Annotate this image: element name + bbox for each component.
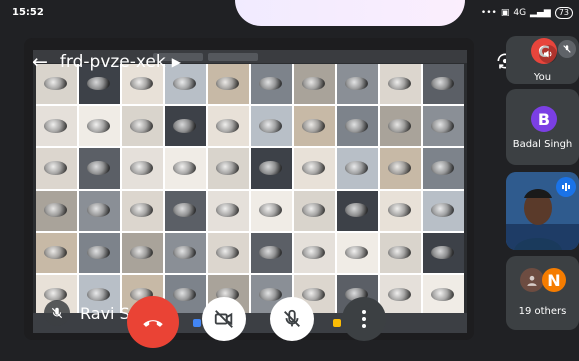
image-thumbnail <box>380 274 421 315</box>
camera-off-icon <box>214 310 233 328</box>
cast-icon: ▣ <box>500 8 510 18</box>
participant-tile-badal[interactable]: B Badal Singh <box>506 89 579 165</box>
image-thumbnail <box>380 148 421 189</box>
image-thumbnail <box>208 106 249 147</box>
image-thumbnail <box>423 232 464 273</box>
image-thumbnail <box>208 190 249 231</box>
camera-toggle-button[interactable] <box>202 297 246 341</box>
shared-screen <box>33 50 467 333</box>
image-thumbnail <box>36 190 77 231</box>
image-thumbnail <box>423 148 464 189</box>
signal-icon: ▂▄▆ <box>530 8 551 18</box>
image-thumbnail <box>122 190 163 231</box>
meeting-code[interactable]: frd-pvze-xek <box>60 52 166 72</box>
image-thumbnail <box>251 148 292 189</box>
battery-level: 73 <box>554 7 573 19</box>
more-dots-icon: ••• <box>480 8 497 18</box>
image-thumbnail <box>165 106 206 147</box>
image-thumbnail <box>423 190 464 231</box>
image-thumbnail <box>122 232 163 273</box>
avatar-initial: B <box>537 109 551 129</box>
image-thumbnail <box>122 106 163 147</box>
image-thumbnail <box>79 190 120 231</box>
image-thumbnail <box>380 232 421 273</box>
participant-label: You <box>533 72 552 83</box>
back-arrow-icon[interactable]: ← <box>32 51 48 73</box>
image-thumbnail <box>337 148 378 189</box>
presenter-label: Ravi Sv <box>44 300 139 326</box>
mic-off-icon <box>284 309 300 327</box>
more-options-button[interactable] <box>342 297 386 341</box>
status-time: 15:52 <box>12 7 44 18</box>
image-thumbnail <box>208 232 249 273</box>
image-thumbnail <box>423 106 464 147</box>
network-type: 4G <box>513 8 527 18</box>
image-thumbnail <box>165 148 206 189</box>
more-vert-icon <box>362 310 366 328</box>
image-thumbnail <box>122 148 163 189</box>
chevron-right-icon[interactable]: ▶ <box>172 55 181 69</box>
image-thumbnail <box>380 106 421 147</box>
presentation-tile[interactable]: ← frd-pvze-xek ▶ Ravi Sv <box>24 38 474 340</box>
image-thumbnail <box>79 232 120 273</box>
image-thumbnail <box>36 106 77 147</box>
avatar: N <box>542 268 566 292</box>
image-thumbnail <box>36 148 77 189</box>
image-thumbnail <box>337 190 378 231</box>
image-thumbnail <box>251 232 292 273</box>
participant-tile-others[interactable]: N 19 others <box>506 256 579 330</box>
image-thumbnail <box>251 190 292 231</box>
phone-hangup-icon <box>143 320 163 327</box>
image-thumbnail <box>208 148 249 189</box>
image-thumbnail <box>337 232 378 273</box>
end-call-button[interactable] <box>127 296 179 348</box>
image-search-grid <box>36 64 464 315</box>
mic-off-icon <box>44 300 70 326</box>
participant-name: Badal Singh <box>512 139 573 150</box>
avatar: B <box>531 106 557 132</box>
image-thumbnail <box>294 148 335 189</box>
image-thumbnail <box>251 106 292 147</box>
avatar-photo <box>520 268 544 292</box>
avatar-initial: N <box>547 270 561 290</box>
taskbar-app-icon <box>333 319 341 327</box>
image-thumbnail <box>423 274 464 315</box>
speaking-indicator-icon <box>556 177 576 197</box>
image-thumbnail <box>79 106 120 147</box>
image-thumbnail <box>165 232 206 273</box>
status-icons: ••• ▣ 4G ▂▄▆ 73 <box>481 7 573 19</box>
notification-glow <box>235 0 465 26</box>
image-thumbnail <box>380 190 421 231</box>
status-bar: 15:52 ••• ▣ 4G ▂▄▆ 73 <box>0 0 579 26</box>
mic-off-icon <box>558 40 576 58</box>
taskbar-app-icon <box>193 319 201 327</box>
others-count: 19 others <box>518 306 567 317</box>
image-thumbnail <box>294 106 335 147</box>
image-thumbnail <box>337 106 378 147</box>
image-thumbnail <box>36 232 77 273</box>
participant-video-tile[interactable] <box>506 172 579 250</box>
image-thumbnail <box>79 148 120 189</box>
meeting-header: ← frd-pvze-xek ▶ <box>24 38 474 86</box>
mic-toggle-button[interactable] <box>270 297 314 341</box>
speaker-icon <box>539 45 557 63</box>
image-thumbnail <box>294 232 335 273</box>
image-thumbnail <box>294 190 335 231</box>
participant-tile-you[interactable]: C You <box>506 36 579 84</box>
image-thumbnail <box>165 190 206 231</box>
